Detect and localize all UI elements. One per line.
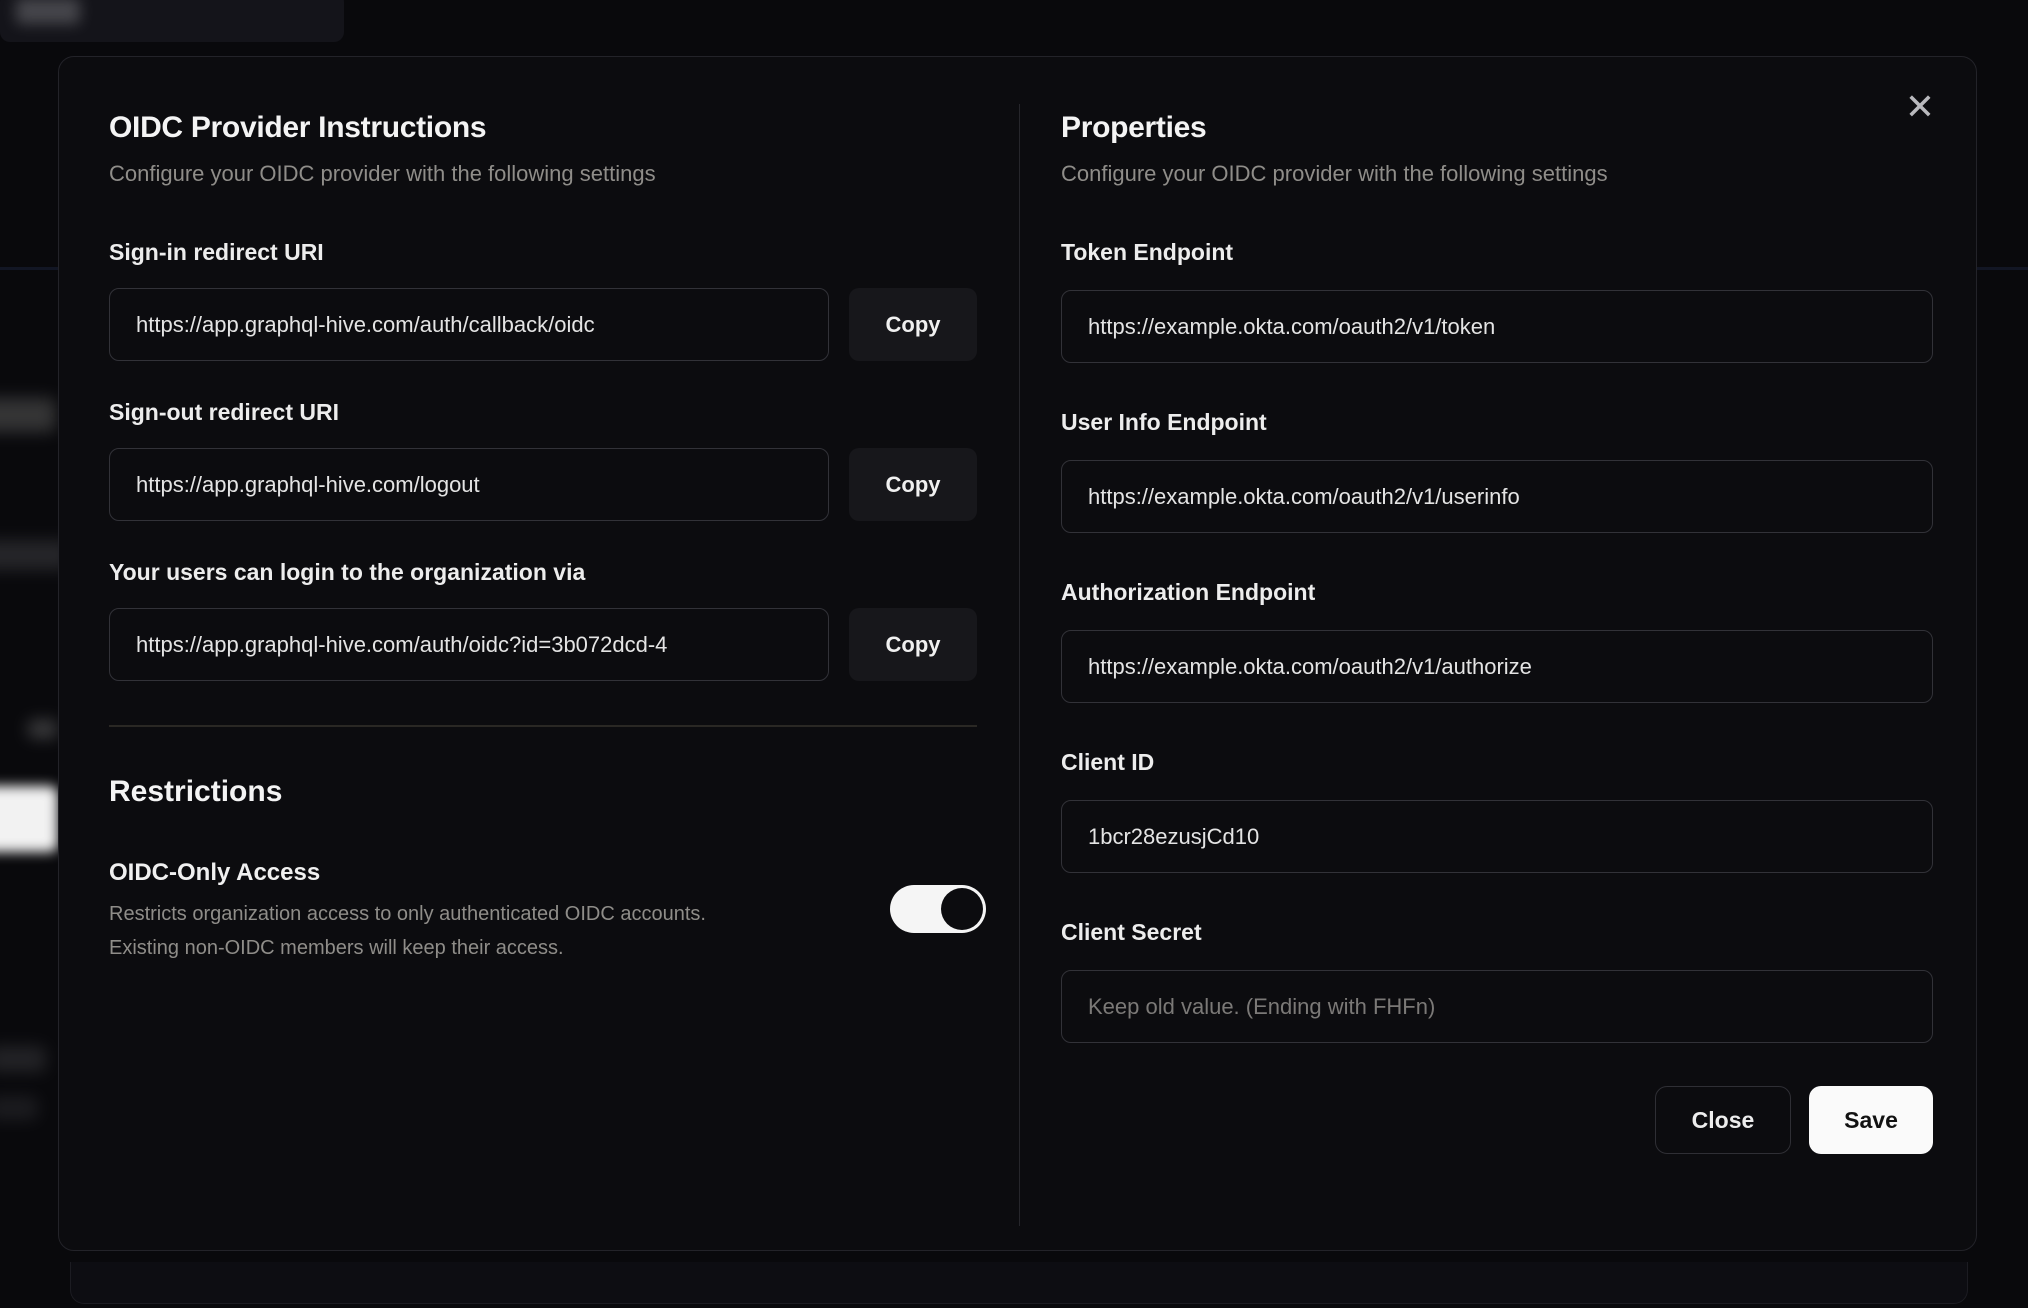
section-divider — [109, 725, 977, 727]
instructions-subtitle: Configure your OIDC provider with the fo… — [109, 161, 656, 186]
column-divider — [1019, 104, 1020, 1226]
properties-subtitle: Configure your OIDC provider with the fo… — [1061, 161, 1608, 186]
sign-in-redirect-uri-input[interactable] — [109, 288, 829, 361]
background-card-edge — [70, 1262, 1968, 1304]
sign-in-redirect-uri-label: Sign-in redirect URI — [109, 239, 324, 265]
organization-login-uri-row: Copy — [109, 608, 977, 681]
authorization-endpoint-label: Authorization Endpoint — [1061, 579, 1316, 605]
toggle-thumb — [941, 888, 983, 930]
instructions-panel: OIDC Provider Instructions Configure you… — [109, 111, 986, 965]
properties-panel: Properties Configure your OIDC provider … — [1061, 111, 1933, 1154]
token-endpoint-input[interactable] — [1061, 290, 1933, 363]
oidc-only-access-row: OIDC-Only Access Restricts organization … — [109, 859, 986, 965]
save-button[interactable]: Save — [1809, 1086, 1933, 1154]
properties-title: Properties — [1061, 111, 1207, 144]
description-line-1: Restricts organization access to only au… — [109, 903, 706, 925]
client-secret-input[interactable] — [1061, 970, 1933, 1043]
oidc-only-access-toggle[interactable] — [890, 885, 986, 933]
close-button[interactable]: Close — [1655, 1086, 1791, 1154]
background-highlight-blur — [0, 786, 58, 852]
background-text-blur — [0, 1096, 38, 1120]
oidc-settings-dialog: ✕ OIDC Provider Instructions Configure y… — [58, 56, 1977, 1251]
authorization-endpoint-input[interactable] — [1061, 630, 1933, 703]
restrictions-title: Restrictions — [109, 775, 283, 808]
client-id-label: Client ID — [1061, 749, 1155, 775]
client-secret-label: Client Secret — [1061, 919, 1202, 945]
user-info-endpoint-input[interactable] — [1061, 460, 1933, 533]
sign-out-redirect-uri-row: Copy — [109, 448, 977, 521]
sign-in-redirect-uri-row: Copy — [109, 288, 977, 361]
organization-login-uri-label: Your users can login to the organization… — [109, 559, 586, 585]
background-text-blur — [0, 1046, 46, 1072]
background-logo-blur — [16, 0, 80, 24]
token-endpoint-label: Token Endpoint — [1061, 239, 1234, 265]
background-topbar-card — [0, 0, 344, 42]
organization-login-uri-input[interactable] — [109, 608, 829, 681]
dialog-footer: Close Save — [1061, 1086, 1933, 1154]
background-text-blur — [28, 720, 58, 738]
instructions-title: OIDC Provider Instructions — [109, 111, 487, 144]
copy-sign-out-uri-button[interactable]: Copy — [849, 448, 977, 521]
copy-login-uri-button[interactable]: Copy — [849, 608, 977, 681]
copy-sign-in-uri-button[interactable]: Copy — [849, 288, 977, 361]
oidc-only-access-label: OIDC-Only Access — [109, 859, 321, 886]
sign-out-redirect-uri-label: Sign-out redirect URI — [109, 399, 340, 425]
user-info-endpoint-label: User Info Endpoint — [1061, 409, 1267, 435]
client-id-input[interactable] — [1061, 800, 1933, 873]
background-text-blur — [0, 398, 56, 432]
oidc-only-access-description: Restricts organization access to only au… — [109, 897, 847, 965]
description-line-2: Existing non-OIDC members will keep thei… — [109, 937, 564, 959]
sign-out-redirect-uri-input[interactable] — [109, 448, 829, 521]
